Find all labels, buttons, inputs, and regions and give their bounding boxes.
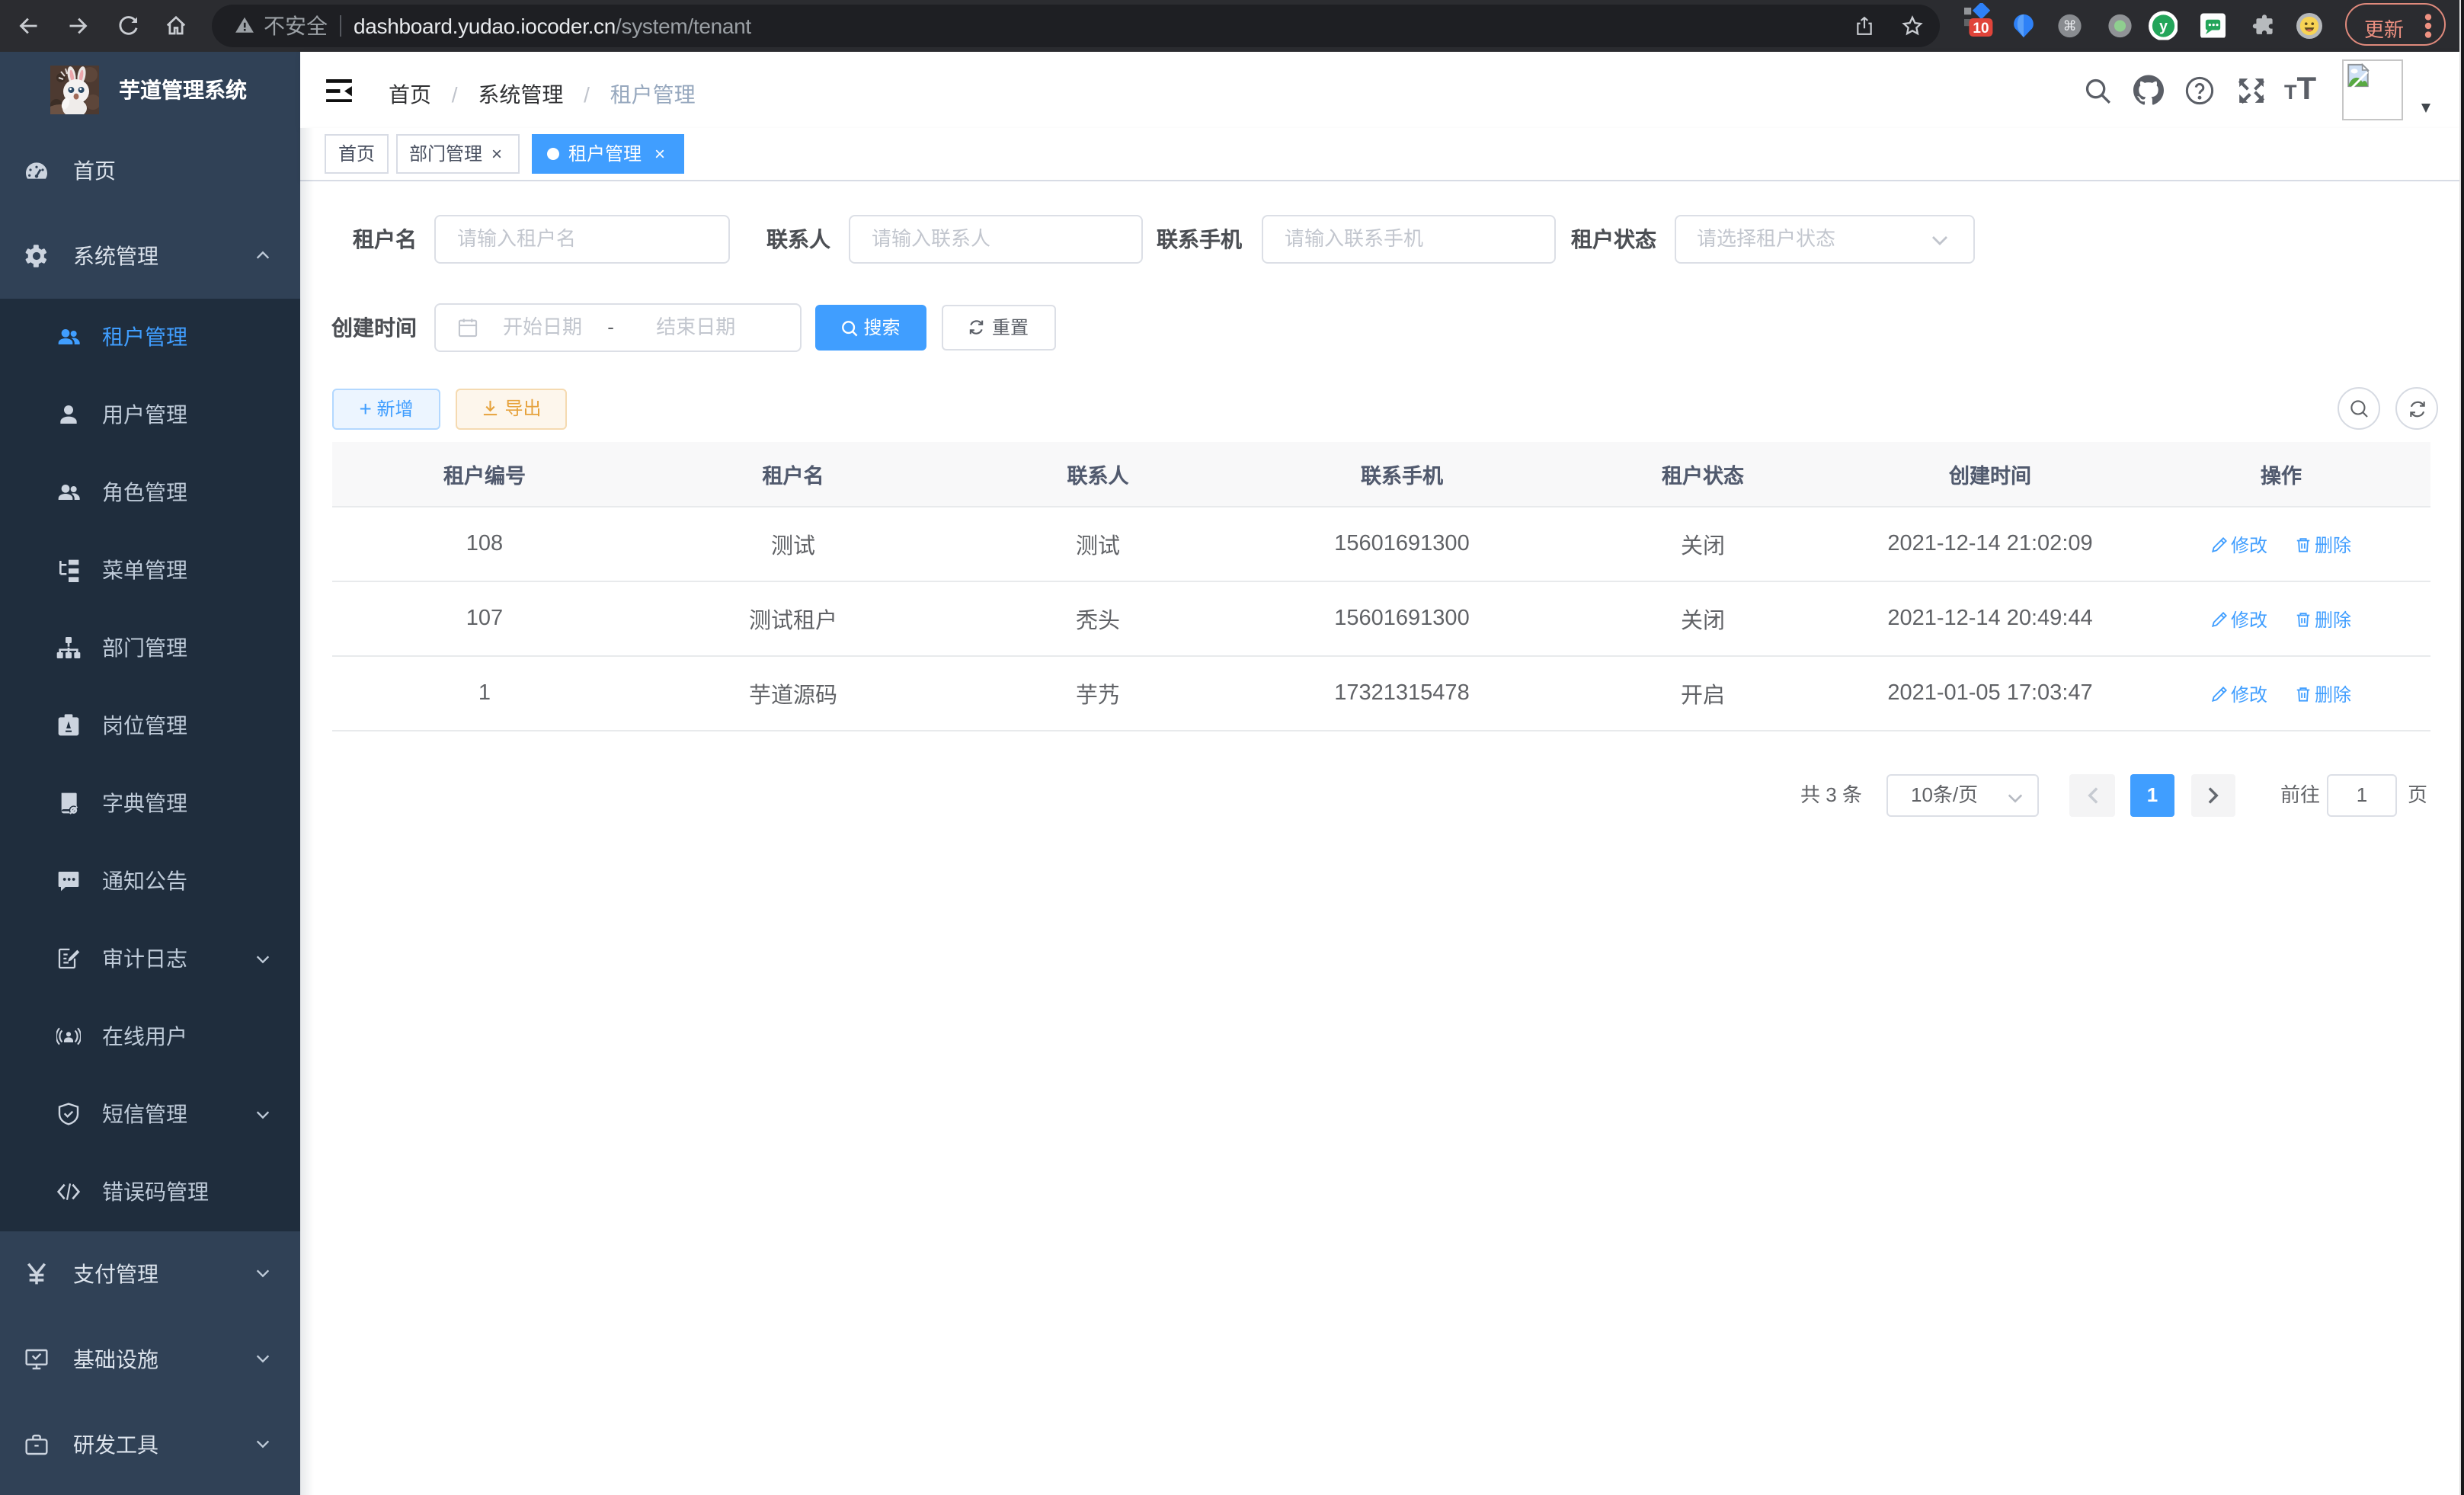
svg-text:10: 10 [1972,21,1988,37]
svg-text:y: y [2158,18,2167,34]
svg-text:⌘: ⌘ [2063,18,2077,34]
